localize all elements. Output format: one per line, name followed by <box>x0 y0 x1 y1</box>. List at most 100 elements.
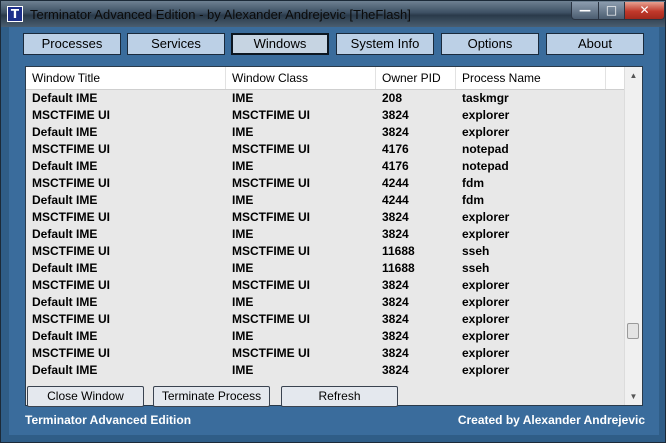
column-header-owner-pid[interactable]: Owner PID <box>376 67 456 89</box>
cell-window-title: MSCTFIME UI <box>32 142 110 156</box>
close-button[interactable]: ✕ <box>624 2 665 20</box>
cell-window-class: MSCTFIME UI <box>232 108 310 122</box>
cell-window-class: MSCTFIME UI <box>232 244 310 258</box>
tab-windows[interactable]: Windows <box>231 33 329 55</box>
table-row[interactable]: Default IME IME 208 taskmgr <box>26 90 626 107</box>
list-header: Window Title Window Class Owner PID Proc… <box>26 67 626 90</box>
cell-process-name: notepad <box>462 142 509 156</box>
refresh-button[interactable]: Refresh <box>281 386 398 407</box>
cell-process-name: explorer <box>462 363 510 377</box>
terminate-process-button[interactable]: Terminate Process <box>153 386 270 407</box>
table-row[interactable]: Default IME IME 3824 explorer <box>26 362 626 379</box>
cell-window-title: Default IME <box>32 295 98 309</box>
table-row[interactable]: Default IME IME 3824 explorer <box>26 226 626 243</box>
table-row[interactable]: MSCTFIME UI MSCTFIME UI 3824 explorer <box>26 345 626 362</box>
scroll-down-arrow-icon[interactable]: ▼ <box>625 388 642 405</box>
status-credits: Created by Alexander Andrejevic <box>457 413 645 427</box>
table-row[interactable]: MSCTFIME UI MSCTFIME UI 3824 explorer <box>26 209 626 226</box>
table-row[interactable]: MSCTFIME UI MSCTFIME UI 3824 explorer <box>26 277 626 294</box>
cell-window-class: IME <box>232 295 254 309</box>
scroll-up-arrow-icon[interactable]: ▲ <box>625 67 642 84</box>
cell-owner-pid: 208 <box>382 91 403 105</box>
table-row[interactable]: MSCTFIME UI MSCTFIME UI 3824 explorer <box>26 311 626 328</box>
cell-window-title: MSCTFIME UI <box>32 278 110 292</box>
vertical-scrollbar[interactable]: ▲ ▼ <box>624 67 642 405</box>
cell-owner-pid: 4244 <box>382 176 409 190</box>
cell-process-name: fdm <box>462 176 484 190</box>
cell-owner-pid: 3824 <box>382 108 409 122</box>
cell-window-class: IME <box>232 125 254 139</box>
app-window: T Terminator Advanced Edition - by Alexa… <box>0 0 666 443</box>
cell-process-name: explorer <box>462 278 510 292</box>
table-row[interactable]: Default IME IME 11688 sseh <box>26 260 626 277</box>
table-row[interactable]: MSCTFIME UI MSCTFIME UI 4176 notepad <box>26 141 626 158</box>
cell-owner-pid: 11688 <box>382 261 415 275</box>
cell-owner-pid: 4176 <box>382 159 409 173</box>
window-title: Terminator Advanced Edition - by Alexand… <box>30 7 411 22</box>
close-window-button[interactable]: Close Window <box>27 386 144 407</box>
cell-window-class: MSCTFIME UI <box>232 176 310 190</box>
status-app-name: Terminator Advanced Edition <box>25 413 192 427</box>
cell-window-class: IME <box>232 227 254 241</box>
cell-process-name: notepad <box>462 159 509 173</box>
cell-window-class: IME <box>232 261 254 275</box>
table-row[interactable]: MSCTFIME UI MSCTFIME UI 11688 sseh <box>26 243 626 260</box>
table-row[interactable]: MSCTFIME UI MSCTFIME UI 4244 fdm <box>26 175 626 192</box>
minimize-button[interactable]: — <box>571 2 599 20</box>
status-bar: Terminator Advanced Edition Created by A… <box>25 411 645 429</box>
cell-window-title: Default IME <box>32 125 98 139</box>
cell-owner-pid: 3824 <box>382 346 409 360</box>
cell-window-class: MSCTFIME UI <box>232 278 310 292</box>
cell-window-title: Default IME <box>32 363 98 377</box>
scroll-thumb[interactable] <box>627 323 639 339</box>
cell-window-class: MSCTFIME UI <box>232 346 310 360</box>
cell-owner-pid: 3824 <box>382 210 409 224</box>
tab-services[interactable]: Services <box>127 33 225 55</box>
table-row[interactable]: Default IME IME 4244 fdm <box>26 192 626 209</box>
cell-process-name: explorer <box>462 346 510 360</box>
tab-processes[interactable]: Processes <box>23 33 121 55</box>
cell-window-class: IME <box>232 329 254 343</box>
cell-window-title: MSCTFIME UI <box>32 312 110 326</box>
title-bar[interactable]: T Terminator Advanced Edition - by Alexa… <box>1 1 665 27</box>
table-row[interactable]: Default IME IME 4176 notepad <box>26 158 626 175</box>
cell-window-title: MSCTFIME UI <box>32 108 110 122</box>
app-icon[interactable]: T <box>7 6 23 22</box>
column-header-window-class[interactable]: Window Class <box>226 67 376 89</box>
cell-process-name: explorer <box>462 312 510 326</box>
tab-about[interactable]: About <box>546 33 644 55</box>
table-row[interactable]: Default IME IME 3824 explorer <box>26 294 626 311</box>
cell-owner-pid: 3824 <box>382 363 409 377</box>
cell-owner-pid: 3824 <box>382 312 409 326</box>
cell-owner-pid: 3824 <box>382 295 409 309</box>
cell-window-class: IME <box>232 91 254 105</box>
cell-process-name: sseh <box>462 261 490 275</box>
table-row[interactable]: Default IME IME 3824 explorer <box>26 124 626 141</box>
maximize-button[interactable]: □ <box>598 2 625 20</box>
cell-process-name: explorer <box>462 227 510 241</box>
table-row[interactable]: Default IME IME 3824 explorer <box>26 328 626 345</box>
cell-window-class: IME <box>232 363 254 377</box>
cell-process-name: explorer <box>462 329 510 343</box>
cell-process-name: explorer <box>462 210 510 224</box>
windows-list[interactable]: Window Title Window Class Owner PID Proc… <box>25 66 643 406</box>
cell-window-class: IME <box>232 193 254 207</box>
cell-owner-pid: 11688 <box>382 244 415 258</box>
tab-system-info[interactable]: System Info <box>336 33 434 55</box>
cell-owner-pid: 3824 <box>382 125 409 139</box>
cell-process-name: sseh <box>462 244 490 258</box>
cell-owner-pid: 3824 <box>382 278 409 292</box>
column-header-window-title[interactable]: Window Title <box>26 67 226 89</box>
table-row[interactable]: MSCTFIME UI MSCTFIME UI 3824 explorer <box>26 107 626 124</box>
column-header-process-name[interactable]: Process Name <box>456 67 606 89</box>
cell-window-title: MSCTFIME UI <box>32 346 110 360</box>
cell-window-title: Default IME <box>32 193 98 207</box>
tab-options[interactable]: Options <box>441 33 539 55</box>
cell-window-title: Default IME <box>32 159 98 173</box>
cell-window-title: MSCTFIME UI <box>32 244 110 258</box>
cell-process-name: explorer <box>462 125 510 139</box>
cell-window-class: MSCTFIME UI <box>232 312 310 326</box>
cell-window-title: MSCTFIME UI <box>32 176 110 190</box>
cell-window-title: Default IME <box>32 227 98 241</box>
cell-window-title: MSCTFIME UI <box>32 210 110 224</box>
